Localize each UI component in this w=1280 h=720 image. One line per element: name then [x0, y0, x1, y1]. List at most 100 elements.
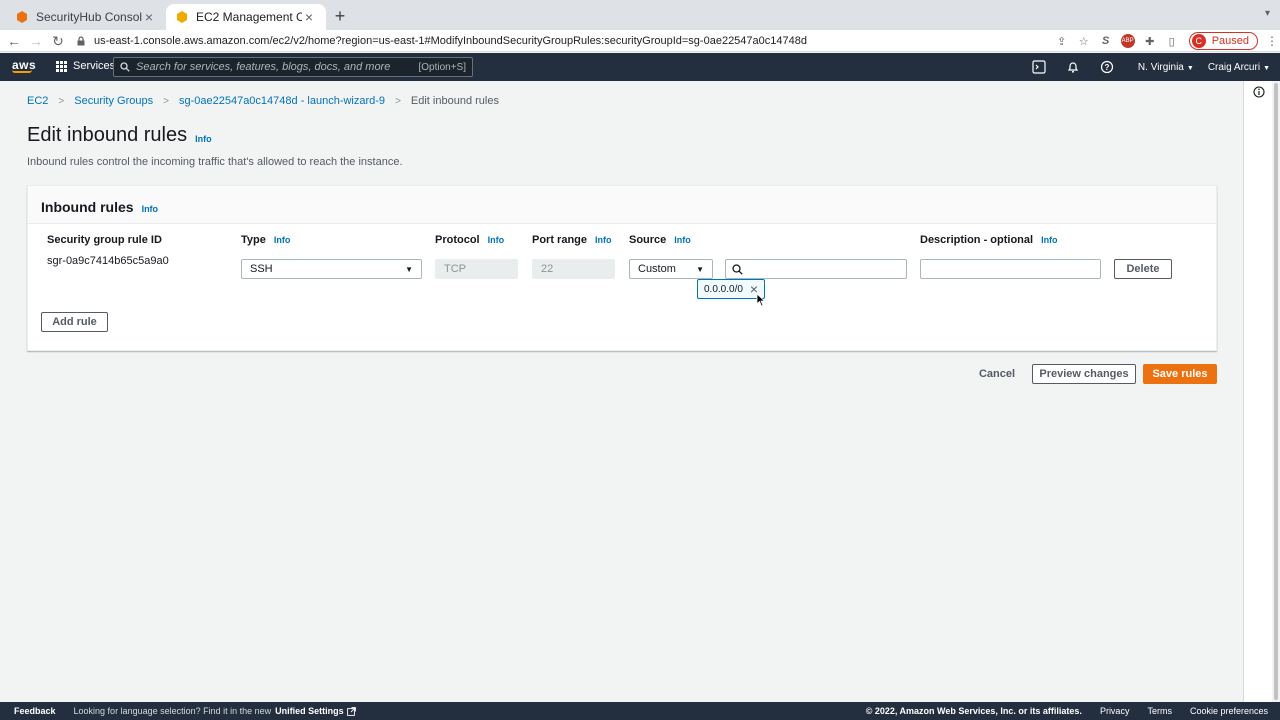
delete-rule-button[interactable]: Delete [1114, 259, 1172, 279]
panel-header: Inbound rules Info [28, 186, 1216, 224]
url-text: us-east-1.console.aws.amazon.com/ec2/v2/… [94, 35, 807, 47]
services-menu-button[interactable]: Services [56, 60, 115, 72]
info-circle-icon[interactable] [1253, 86, 1265, 98]
page-info-link[interactable]: Info [195, 134, 212, 144]
aws-logo[interactable]: aws [12, 58, 36, 73]
column-label: Security group rule ID [47, 234, 162, 246]
region-label: N. Virginia [1137, 61, 1184, 73]
column-header-source: Source Info [629, 234, 691, 246]
page-scrollbar[interactable] [1272, 81, 1280, 702]
side-panel-icon[interactable]: ▯ [1161, 35, 1183, 48]
tab-search-chevron-icon[interactable]: ▾ [1265, 8, 1270, 19]
type-info-link[interactable]: Info [274, 235, 291, 245]
tab-securityhub[interactable]: SecurityHub Console × [6, 4, 166, 30]
source-search-field[interactable] [725, 259, 907, 279]
description-field[interactable] [920, 259, 1101, 279]
svg-text:?: ? [1104, 63, 1109, 72]
search-icon [120, 62, 130, 72]
extensions-puzzle-icon[interactable]: ✚ [1139, 35, 1161, 48]
browser-tab-strip: SecurityHub Console × EC2 Management Con… [0, 0, 1280, 30]
tab-label: SecurityHub Console [36, 10, 142, 24]
chevron-right-icon: > [163, 95, 169, 107]
chevron-right-icon: > [58, 95, 65, 107]
column-header-port-range: Port range Info [532, 234, 612, 246]
feedback-link[interactable]: Feedback [14, 706, 56, 716]
cookie-preferences-link[interactable]: Cookie preferences [1190, 706, 1268, 716]
cancel-button[interactable]: Cancel [975, 364, 1019, 384]
close-tab-icon[interactable]: × [302, 9, 316, 25]
chevron-right-icon: > [395, 95, 401, 107]
source-search-input[interactable] [749, 263, 900, 275]
extension-s-icon[interactable]: S [1095, 35, 1117, 47]
column-label: Protocol [435, 234, 480, 246]
breadcrumb-security-groups[interactable]: Security Groups [74, 95, 153, 107]
panel-title-wrap: Inbound rules Info [41, 199, 158, 215]
source-cidr-value: 0.0.0.0/0 [704, 283, 743, 295]
rule-id-value: sgr-0a9c7414b65c5a9a0 [47, 255, 169, 267]
page-header: Edit inbound rules Info [27, 124, 212, 147]
source-info-link[interactable]: Info [674, 235, 691, 245]
source-type-select[interactable]: Custom ▼ [629, 259, 713, 279]
back-icon[interactable]: ← [6, 32, 22, 50]
close-tab-icon[interactable]: × [142, 9, 156, 25]
source-cidr-token: 0.0.0.0/0 × [697, 279, 765, 299]
port-range-info-link[interactable]: Info [595, 235, 612, 245]
breadcrumb-ec2[interactable]: EC2 [27, 95, 48, 107]
caret-down-icon: ▼ [696, 264, 704, 274]
protocol-field [435, 259, 518, 279]
region-selector[interactable]: N. Virginia ▼ [1138, 62, 1194, 73]
aws-logo-text: aws [12, 58, 37, 72]
lock-icon [77, 36, 85, 46]
account-menu[interactable]: Craig Arcuri ▼ [1208, 62, 1270, 73]
cloudshell-icon[interactable] [1032, 60, 1046, 74]
help-icon[interactable]: ? [1100, 60, 1114, 74]
forward-icon[interactable]: → [28, 32, 44, 50]
add-rule-button[interactable]: Add rule [41, 312, 108, 332]
footer-left: Feedback Looking for language selection?… [14, 706, 356, 716]
aws-nav-right: ? N. Virginia ▼ Craig Arcuri ▼ [1022, 53, 1270, 81]
panel-info-link[interactable]: Info [142, 204, 159, 214]
tab-label: EC2 Management Console [196, 10, 302, 24]
external-link-icon [346, 706, 356, 716]
scrollbar-thumb[interactable] [1274, 83, 1278, 700]
page-description: Inbound rules control the incoming traff… [27, 156, 403, 168]
reload-icon[interactable]: ↻ [50, 32, 66, 50]
preview-changes-button[interactable]: Preview changes [1032, 364, 1136, 384]
save-rules-button[interactable]: Save rules [1143, 364, 1217, 384]
aws-search-input[interactable] [136, 61, 419, 73]
profile-avatar: C [1191, 34, 1206, 48]
url-field[interactable]: us-east-1.console.aws.amazon.com/ec2/v2/… [76, 31, 1106, 51]
breadcrumb: EC2 > Security Groups > sg-0ae22547a0c14… [27, 95, 499, 107]
inbound-rules-panel: Inbound rules Info Security group rule I… [27, 185, 1217, 351]
breadcrumb-security-group[interactable]: sg-0ae22547a0c14748d - launch-wizard-9 [179, 95, 385, 107]
profile-status-label: Paused [1211, 35, 1249, 47]
panel-title: Inbound rules [41, 199, 134, 215]
bookmark-star-icon[interactable]: ☆ [1073, 35, 1095, 48]
grid-icon [56, 60, 67, 72]
description-info-link[interactable]: Info [1041, 235, 1058, 245]
aws-search-box[interactable]: [Option+S] [113, 57, 473, 77]
notifications-bell-icon[interactable] [1066, 60, 1080, 74]
search-shortcut-hint: [Option+S] [418, 61, 466, 73]
browser-toolbar-icons: ⇪ ☆ S ABP ✚ ▯ C Paused ⋮ [1051, 30, 1280, 52]
share-icon[interactable]: ⇪ [1051, 35, 1073, 48]
terms-link[interactable]: Terms [1147, 706, 1172, 716]
browser-menu-icon[interactable]: ⋮ [1264, 34, 1280, 48]
profile-paused-button[interactable]: C Paused [1188, 32, 1258, 50]
column-label: Type [241, 234, 266, 246]
adblock-extension-icon[interactable]: ABP [1120, 34, 1135, 48]
new-tab-icon[interactable]: + [332, 7, 348, 25]
type-select[interactable]: SSH ▼ [241, 259, 422, 279]
mouse-cursor-icon [756, 293, 766, 307]
privacy-link[interactable]: Privacy [1100, 706, 1130, 716]
port-range-field [532, 259, 615, 279]
protocol-info-link[interactable]: Info [488, 235, 505, 245]
column-label: Description - optional [920, 234, 1034, 246]
search-icon [732, 263, 743, 275]
services-label: Services [73, 60, 116, 72]
ec2-favicon-icon [177, 11, 187, 23]
copyright-text: © 2022, Amazon Web Services, Inc. or its… [865, 706, 1082, 716]
unified-settings-link[interactable]: Unified Settings [275, 706, 344, 716]
main-content: EC2 > Security Groups > sg-0ae22547a0c14… [0, 81, 1244, 702]
tab-ec2[interactable]: EC2 Management Console × [166, 4, 326, 30]
